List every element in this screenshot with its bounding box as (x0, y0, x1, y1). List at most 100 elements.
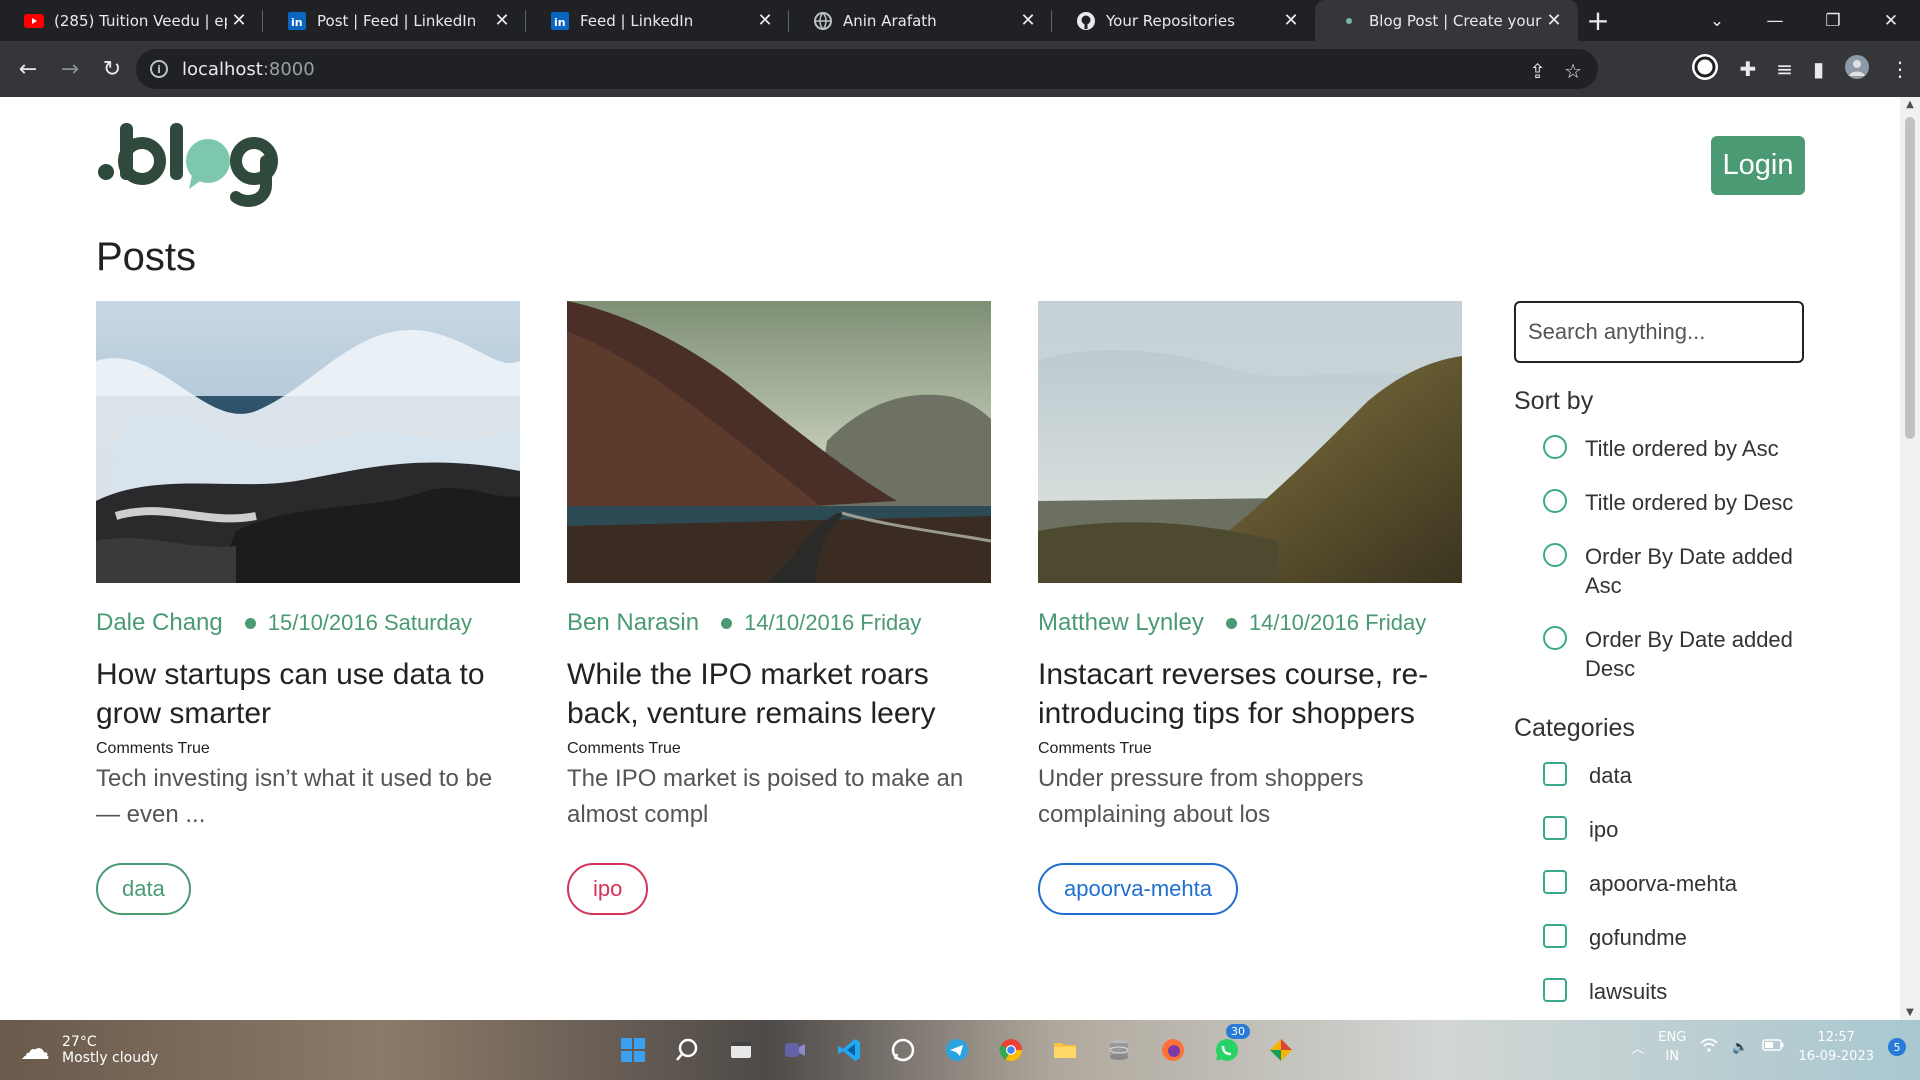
vscode-icon[interactable] (828, 1030, 870, 1070)
firefox-icon[interactable] (1152, 1030, 1194, 1070)
radio-button[interactable] (1543, 543, 1567, 567)
post-image-ocean-wave[interactable] (96, 301, 520, 583)
site-info-icon[interactable]: i (150, 60, 168, 78)
minimize-icon[interactable]: — (1746, 11, 1804, 31)
browser-tab-strip: (285) Tuition Veedu | episoc ✕ in Post |… (0, 0, 1920, 41)
post-card[interactable]: Matthew Lynley 14/10/2016 Friday Instaca… (1038, 301, 1462, 915)
post-image-mountain-road[interactable] (567, 301, 991, 583)
tab-title: Your Repositories (1106, 11, 1235, 30)
back-icon[interactable]: ← (8, 49, 48, 89)
post-image-hillside[interactable] (1038, 301, 1462, 583)
colorful-app-icon[interactable] (1260, 1030, 1302, 1070)
media-control-icon[interactable]: ≡ (1776, 57, 1793, 81)
chrome-icon[interactable] (990, 1030, 1032, 1070)
forward-icon[interactable]: → (50, 49, 90, 89)
post-tag[interactable]: ipo (567, 863, 649, 915)
task-view-icon[interactable] (720, 1030, 762, 1070)
scrollbar-thumb[interactable] (1905, 117, 1915, 439)
browser-tab-linkedin-feed[interactable]: in Feed | LinkedIn ✕ (526, 0, 789, 41)
whatsapp-desktop-icon[interactable]: 30 (1206, 1024, 1250, 1070)
post-tag[interactable]: data (96, 863, 191, 915)
browser-tab-blog-post[interactable]: Blog Post | Create your bloc ✕ (1315, 0, 1578, 41)
svg-text:in: in (291, 16, 303, 29)
database-icon[interactable] (1098, 1030, 1140, 1070)
post-author[interactable]: Matthew Lynley (1038, 609, 1204, 637)
scroll-up-icon[interactable]: ▲ (1900, 99, 1920, 110)
restore-icon[interactable]: ❐ (1804, 11, 1862, 31)
whatsapp-icon[interactable] (882, 1030, 924, 1070)
page-scrollbar[interactable]: ▲ ▼ (1900, 97, 1920, 1020)
system-clock[interactable]: 12:57 16-09-2023 (1798, 1028, 1874, 1066)
weather-widget[interactable]: ☁ 27°C Mostly cloudy (20, 1032, 158, 1067)
new-tab-button[interactable]: + (1578, 0, 1618, 41)
close-tab-icon[interactable]: ✕ (490, 10, 514, 31)
sort-option-date-desc[interactable]: Order By Date added Desc (1543, 625, 1805, 683)
checkbox[interactable] (1543, 978, 1567, 1002)
checkbox[interactable] (1543, 816, 1567, 840)
reload-icon[interactable]: ↻ (92, 49, 132, 89)
post-author[interactable]: Dale Chang (96, 609, 223, 637)
browser-menu-icon[interactable]: ⋮ (1890, 57, 1910, 81)
category-gofundme[interactable]: gofundme (1543, 923, 1687, 952)
wifi-icon[interactable] (1700, 1038, 1718, 1056)
close-window-icon[interactable]: ✕ (1862, 11, 1920, 31)
extensions-puzzle-icon[interactable]: ✚ (1739, 57, 1756, 81)
volume-icon[interactable]: 🔈 (1732, 1040, 1748, 1055)
browser-tab-github[interactable]: Your Repositories ✕ (1052, 0, 1315, 41)
close-tab-icon[interactable]: ✕ (1016, 10, 1040, 31)
language-indicator[interactable]: ENG IN (1658, 1028, 1686, 1066)
sort-option-title-desc[interactable]: Title ordered by Desc (1543, 488, 1793, 517)
post-title[interactable]: While the IPO market roars back, venture… (567, 655, 991, 733)
file-explorer-icon[interactable] (1044, 1030, 1086, 1070)
checkbox[interactable] (1543, 924, 1567, 948)
post-title[interactable]: How startups can use data to grow smarte… (96, 655, 520, 733)
post-meta: Dale Chang 15/10/2016 Saturday (96, 609, 520, 637)
browser-tab-linkedin-post[interactable]: in Post | Feed | LinkedIn ✕ (263, 0, 526, 41)
telegram-icon[interactable] (936, 1030, 978, 1070)
close-tab-icon[interactable]: ✕ (1279, 10, 1303, 31)
close-tab-icon[interactable]: ✕ (753, 10, 777, 31)
battery-icon[interactable] (1762, 1039, 1784, 1055)
radio-button[interactable] (1543, 435, 1567, 459)
extension-circle-icon[interactable] (1691, 53, 1719, 86)
category-apoorva-mehta[interactable]: apoorva-mehta (1543, 869, 1737, 898)
close-tab-icon[interactable]: ✕ (1542, 10, 1566, 31)
teams-meet-icon[interactable] (774, 1030, 816, 1070)
cloud-sun-icon: ☁ (20, 1032, 50, 1067)
search-icon[interactable] (666, 1030, 708, 1070)
linkedin-icon: in (287, 11, 307, 31)
show-hidden-icons-icon[interactable]: ︿ (1631, 1038, 1644, 1057)
post-date: 15/10/2016 Saturday (267, 610, 473, 635)
share-icon[interactable]: ⇪ (1529, 59, 1546, 83)
side-panel-icon[interactable]: ▮ (1813, 57, 1824, 81)
category-data[interactable]: data (1543, 761, 1632, 790)
address-bar[interactable]: i localhost:8000 ⇪ ☆ (136, 49, 1598, 89)
post-excerpt: The IPO market is poised to make an almo… (567, 765, 964, 828)
windows-start-icon[interactable] (612, 1030, 654, 1070)
scroll-down-icon[interactable]: ▼ (1900, 1007, 1920, 1018)
category-lawsuits[interactable]: lawsuits (1543, 977, 1667, 1006)
close-tab-icon[interactable]: ✕ (227, 10, 251, 31)
site-logo[interactable] (96, 119, 286, 209)
checkbox[interactable] (1543, 870, 1567, 894)
post-card[interactable]: Ben Narasin 14/10/2016 Friday While the … (567, 301, 991, 915)
browser-tab-anin-arafath[interactable]: Anin Arafath ✕ (789, 0, 1052, 41)
radio-button[interactable] (1543, 626, 1567, 650)
search-input[interactable] (1514, 301, 1804, 363)
login-button[interactable]: Login (1711, 136, 1805, 195)
browser-tab-youtube[interactable]: (285) Tuition Veedu | episoc ✕ (0, 0, 263, 41)
clock-time: 12:57 (1817, 1030, 1855, 1045)
radio-button[interactable] (1543, 489, 1567, 513)
sort-option-title-asc[interactable]: Title ordered by Asc (1543, 434, 1779, 463)
notification-count-badge[interactable]: 5 (1888, 1038, 1906, 1056)
post-tag[interactable]: apoorva-mehta (1038, 863, 1238, 915)
bookmark-star-icon[interactable]: ☆ (1564, 59, 1582, 83)
post-author[interactable]: Ben Narasin (567, 609, 699, 637)
post-title[interactable]: Instacart reverses course, re-introducin… (1038, 655, 1462, 733)
category-ipo[interactable]: ipo (1543, 815, 1618, 844)
sort-option-date-asc[interactable]: Order By Date added Asc (1543, 542, 1805, 600)
post-card[interactable]: Dale Chang 15/10/2016 Saturday How start… (96, 301, 520, 915)
profile-avatar[interactable] (1844, 54, 1870, 85)
checkbox[interactable] (1543, 762, 1567, 786)
tab-search-icon[interactable]: ⌄ (1688, 11, 1746, 31)
